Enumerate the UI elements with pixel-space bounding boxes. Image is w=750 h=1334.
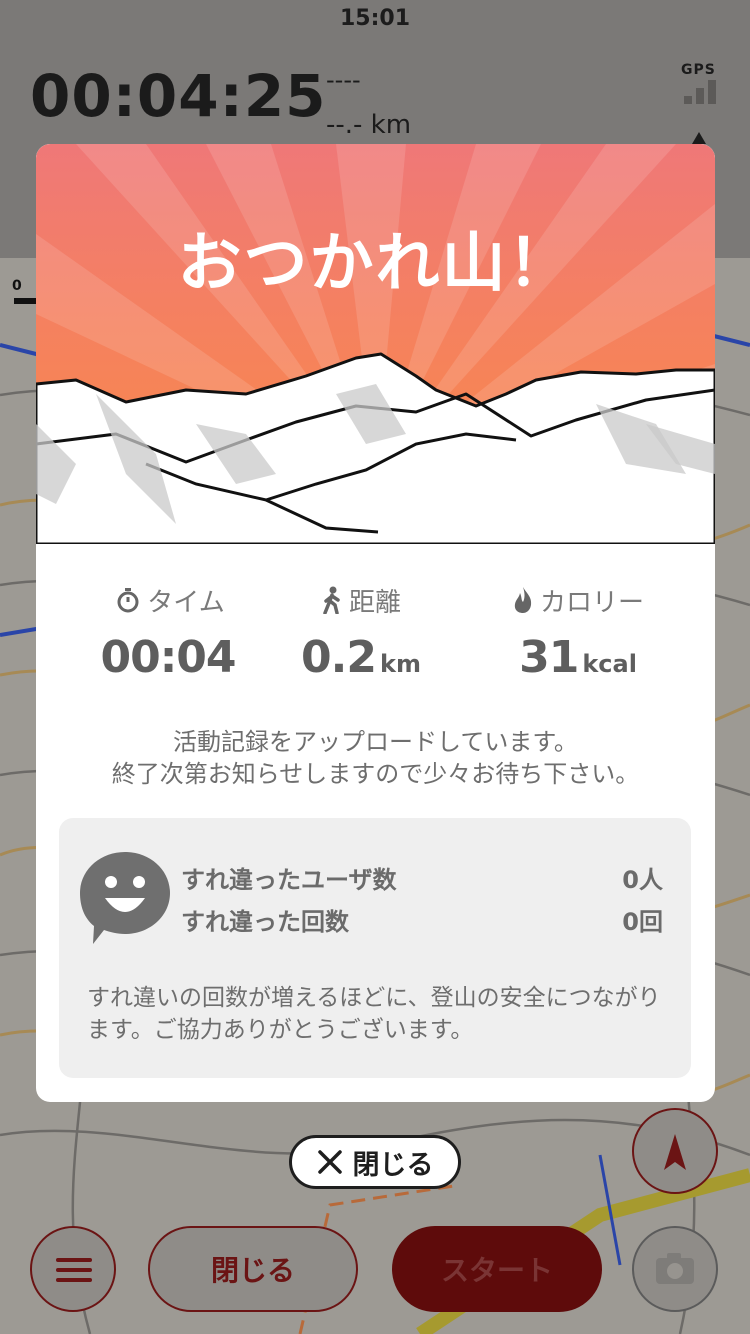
distance-value: --.- km <box>326 110 412 140</box>
stat-calorie: カロリー 31 kcal <box>468 582 688 683</box>
stat-distance-value: 0.2 <box>301 632 377 683</box>
status-time: 15:01 <box>339 6 411 31</box>
encounter-count-value: 0回 <box>622 908 663 936</box>
encounter-count-row: すれ違った回数 0回 <box>181 902 663 937</box>
navigation-arrow-icon <box>664 1134 686 1170</box>
gps-signal-icon <box>684 80 720 104</box>
stat-calorie-unit: kcal <box>582 650 637 678</box>
stat-time-value: 00:04 <box>100 632 236 683</box>
camera-icon <box>656 1253 694 1284</box>
close-modal-button[interactable]: 閉じる <box>289 1135 461 1189</box>
upload-message-line1: 活動記録をアップロードしています。 <box>173 728 578 756</box>
upload-message-line2: 終了次第お知らせしますので少々お待ち下さい。 <box>111 760 640 788</box>
smiley-speech-bubble-icon <box>80 852 170 944</box>
close-tracking-button[interactable]: 閉じる <box>148 1226 358 1312</box>
close-icon <box>317 1150 342 1174</box>
stat-time-label: タイム <box>147 587 225 618</box>
menu-button[interactable] <box>30 1226 116 1312</box>
start-button[interactable]: スタート <box>392 1226 602 1312</box>
gps-label: GPS <box>681 62 716 78</box>
elapsed-time: 00:04:25 <box>30 62 327 130</box>
encounter-count-label: すれ違った回数 <box>181 908 349 936</box>
pace-value: ---- <box>326 66 361 94</box>
camera-button[interactable] <box>632 1226 718 1312</box>
upload-message: 活動記録をアップロードしています。 終了次第お知らせしますので少々お待ち下さい。 <box>36 726 715 790</box>
stat-time: タイム 00:04 <box>60 582 280 684</box>
map-scale-zero: 0 <box>12 278 22 294</box>
close-modal-label: 閉じる <box>352 1149 434 1181</box>
encounter-users-row: すれ違ったユーザ数 0人 <box>181 860 663 895</box>
completion-modal: おつかれ山！ タイム 00:04 距離 0.2 km カロリー 31 kcal … <box>36 144 715 1102</box>
stat-calorie-label: カロリー <box>539 587 644 618</box>
stat-distance-label: 距離 <box>348 587 401 618</box>
encounter-note: すれ違いの回数が増えるほどに、登山の安全につながります。ご協力ありがとうございま… <box>87 985 661 1043</box>
stat-distance: 距離 0.2 km <box>251 582 471 683</box>
encounter-users-label: すれ違ったユーザ数 <box>181 866 397 894</box>
encounter-panel: すれ違ったユーザ数 0人 すれ違った回数 0回 すれ違いの回数が増えるほどに、登… <box>59 818 691 1078</box>
navigation-button[interactable] <box>632 1108 718 1194</box>
stopwatch-icon <box>117 588 139 613</box>
modal-title: おつかれ山！ <box>177 227 574 301</box>
sunburst-mountains-illustration <box>36 144 715 544</box>
stat-calorie-value: 31 <box>519 632 579 683</box>
encounter-users-value: 0人 <box>622 866 663 894</box>
walker-icon <box>323 586 340 614</box>
stat-distance-unit: km <box>379 650 421 678</box>
compass-arrow-icon <box>692 132 706 144</box>
flame-icon <box>514 587 532 613</box>
hero-banner: おつかれ山！ <box>36 144 715 544</box>
